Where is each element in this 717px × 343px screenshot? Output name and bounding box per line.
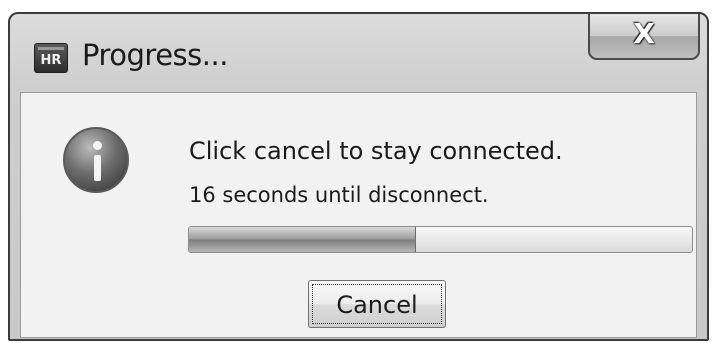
close-button[interactable]: X [588,14,700,60]
close-icon: X [633,17,655,50]
app-icon-strip [38,47,64,50]
info-icon-bar [94,155,101,181]
cancel-button-label: Cancel [336,291,418,319]
window-frame: HR Progress... X Click cancel to stay co… [8,12,709,341]
progress-fill [189,227,417,252]
cancel-button[interactable]: Cancel [308,280,446,328]
progress-dialog-window: HR Progress... X Click cancel to stay co… [0,0,717,343]
info-icon [63,127,129,193]
app-icon-text: HR [40,53,62,68]
title-bar[interactable]: HR Progress... X [10,14,707,90]
dialog-content: Click cancel to stay connected. 16 secon… [20,92,697,338]
window-title: Progress... [82,38,228,72]
progress-bar [188,226,693,253]
countdown-text: 16 seconds until disconnect. [189,183,489,207]
info-icon-dot [93,141,102,150]
hr-app-icon: HR [34,43,68,73]
message-text: Click cancel to stay connected. [189,137,563,165]
